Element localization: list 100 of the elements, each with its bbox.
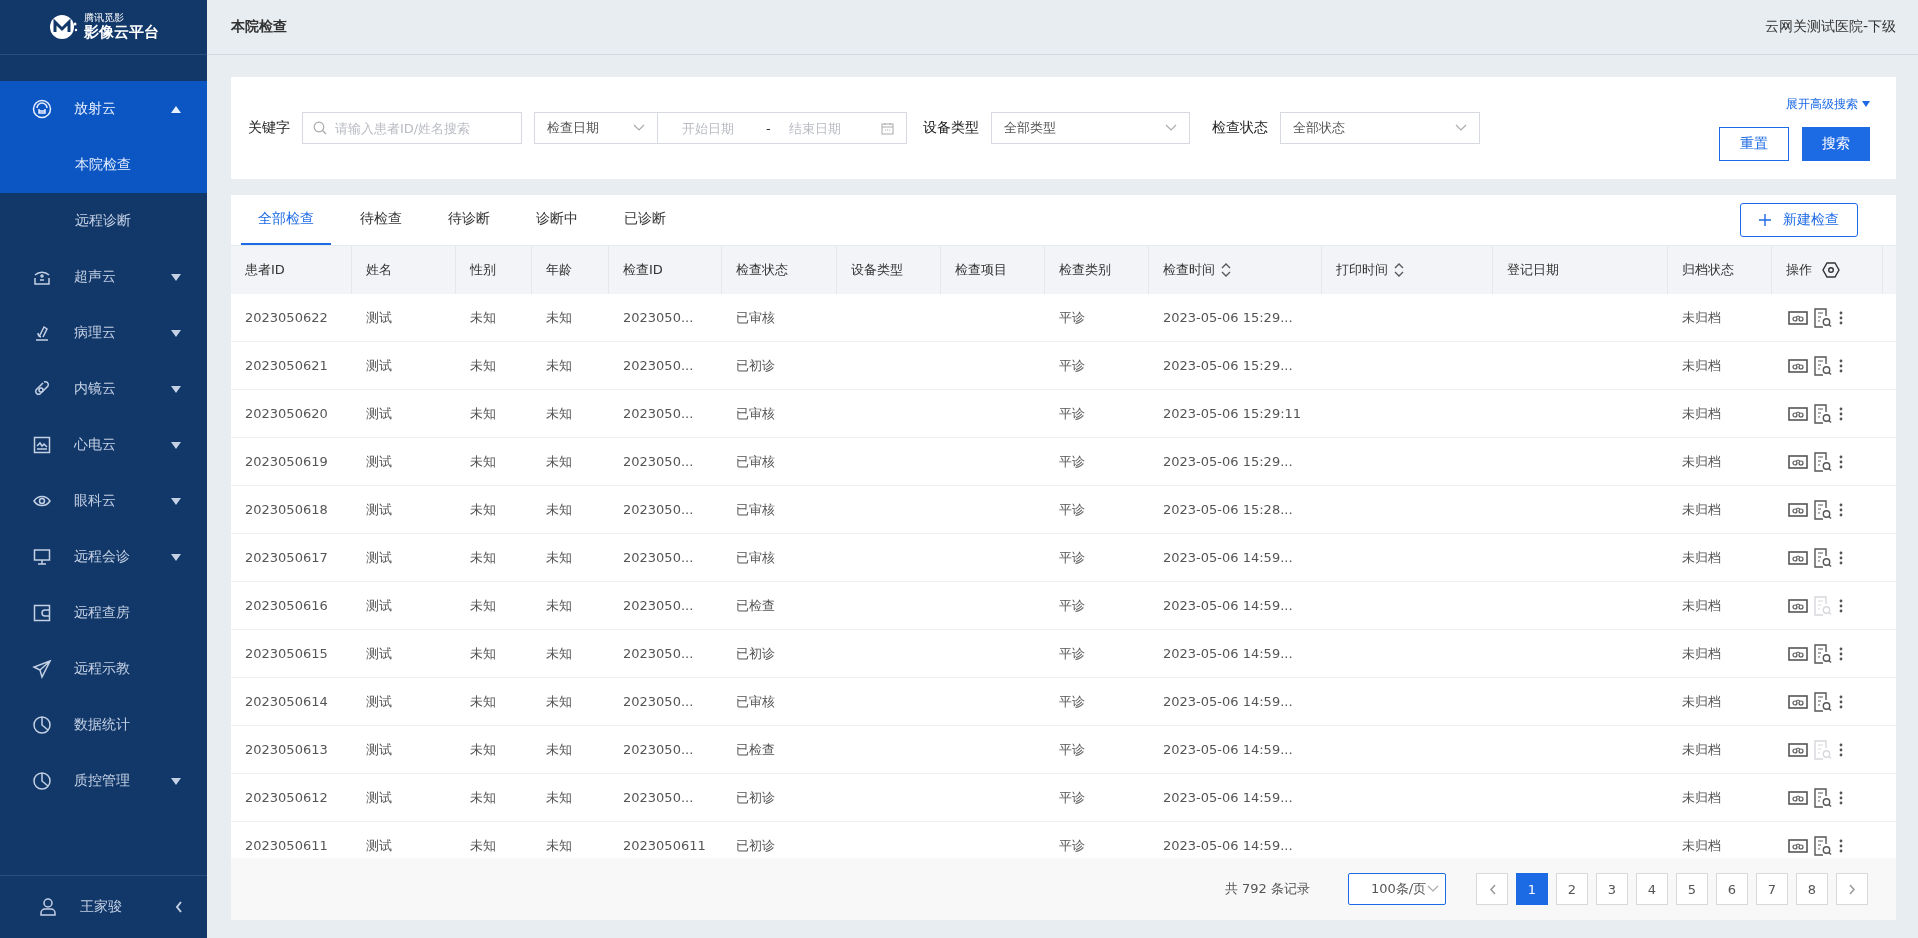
- more-icon[interactable]: [1838, 357, 1844, 374]
- table-cell: 2023050...: [623, 550, 694, 565]
- more-icon[interactable]: [1838, 453, 1844, 470]
- tab[interactable]: 待诊断: [431, 195, 507, 245]
- status-select[interactable]: 全部状态: [1280, 112, 1480, 144]
- document-search-icon[interactable]: [1814, 499, 1832, 520]
- date-range-field[interactable]: 开始日期 - 结束日期: [657, 112, 907, 144]
- table-cell: 2023-05-06 14:59...: [1163, 550, 1293, 565]
- table-cell: 测试: [366, 404, 392, 423]
- table-cell: 未知: [470, 356, 496, 375]
- tab[interactable]: 待检查: [343, 195, 419, 245]
- advanced-search-link[interactable]: 展开高级搜索: [1786, 95, 1870, 113]
- table-cell: 未知: [470, 836, 496, 855]
- image-viewer-icon[interactable]: [1788, 405, 1808, 422]
- device-type-select[interactable]: 全部类型: [991, 112, 1190, 144]
- image-viewer-icon[interactable]: [1788, 501, 1808, 518]
- nav-item[interactable]: 远程会诊: [0, 529, 207, 585]
- chevron-left-icon[interactable]: [175, 901, 183, 913]
- more-icon[interactable]: [1838, 837, 1844, 854]
- image-viewer-icon[interactable]: [1788, 549, 1808, 566]
- record-count: 共 792 条记录: [1224, 880, 1310, 898]
- page-button[interactable]: 2: [1556, 873, 1588, 905]
- more-icon[interactable]: [1838, 789, 1844, 806]
- page-button[interactable]: 4: [1636, 873, 1668, 905]
- column-header: 检查时间: [1163, 261, 1215, 279]
- search-field[interactable]: 请输入患者ID/姓名搜索: [302, 112, 522, 144]
- table-cell: 未归档: [1682, 644, 1721, 663]
- image-viewer-icon[interactable]: [1788, 597, 1808, 614]
- wallet-icon: [32, 603, 52, 623]
- more-icon[interactable]: [1838, 597, 1844, 614]
- image-viewer-icon[interactable]: [1788, 789, 1808, 806]
- table-cell: 未知: [546, 500, 572, 519]
- more-icon[interactable]: [1838, 501, 1844, 518]
- table-cell: 未知: [470, 308, 496, 327]
- table-cell: 测试: [366, 692, 392, 711]
- more-icon[interactable]: [1838, 645, 1844, 662]
- device-type-label: 设备类型: [923, 119, 979, 137]
- page-button[interactable]: 3: [1596, 873, 1628, 905]
- image-viewer-icon[interactable]: [1788, 357, 1808, 374]
- more-icon[interactable]: [1838, 741, 1844, 758]
- reset-button[interactable]: 重置: [1719, 126, 1789, 161]
- chevron-down-icon: [1165, 124, 1177, 132]
- status-label: 检查状态: [1212, 119, 1268, 137]
- search-button[interactable]: 搜索: [1802, 126, 1870, 161]
- more-icon[interactable]: [1838, 405, 1844, 422]
- nav-item[interactable]: 病理云: [0, 305, 207, 361]
- more-icon[interactable]: [1838, 549, 1844, 566]
- nav-subitem[interactable]: 远程诊断: [0, 193, 207, 249]
- document-search-icon[interactable]: [1814, 403, 1832, 424]
- column-header: 操作: [1786, 261, 1812, 279]
- user-icon: [38, 897, 58, 917]
- nav-item[interactable]: 质控管理: [0, 753, 207, 809]
- image-viewer-icon[interactable]: [1788, 453, 1808, 470]
- tab[interactable]: 已诊断: [607, 195, 683, 245]
- end-date-field[interactable]: 结束日期: [786, 119, 863, 137]
- image-viewer-icon[interactable]: [1788, 741, 1808, 758]
- hospital-name: 云网关测试医院-下级: [1764, 18, 1896, 36]
- document-search-icon[interactable]: [1814, 787, 1832, 808]
- tab[interactable]: 诊断中: [519, 195, 595, 245]
- date-type-select[interactable]: 检查日期: [534, 112, 658, 144]
- page-size-select[interactable]: 100条/页: [1348, 873, 1446, 905]
- more-icon[interactable]: [1838, 693, 1844, 710]
- image-viewer-icon[interactable]: [1788, 309, 1808, 326]
- table-cell: 平诊: [1059, 740, 1085, 759]
- table-cell: 未归档: [1682, 836, 1721, 855]
- document-search-icon[interactable]: [1814, 451, 1832, 472]
- document-search-icon[interactable]: [1814, 691, 1832, 712]
- page-button[interactable]: 7: [1756, 873, 1788, 905]
- more-icon[interactable]: [1838, 309, 1844, 326]
- image-viewer-icon[interactable]: [1788, 837, 1808, 854]
- document-search-icon[interactable]: [1814, 307, 1832, 328]
- table-cell: 未知: [546, 596, 572, 615]
- document-search-icon[interactable]: [1814, 355, 1832, 376]
- nav-item[interactable]: 远程查房: [0, 585, 207, 641]
- table-cell: 未知: [470, 548, 496, 567]
- nav-item[interactable]: 内镜云: [0, 361, 207, 417]
- chevron-down-icon: [1427, 885, 1439, 893]
- table-cell: 2023050...: [623, 742, 694, 757]
- page-button[interactable]: 1: [1516, 873, 1548, 905]
- nav-item[interactable]: 眼科云: [0, 473, 207, 529]
- new-exam-button[interactable]: 新建检查: [1740, 203, 1858, 237]
- nav-item[interactable]: 超声云: [0, 249, 207, 305]
- nav-item[interactable]: 放射云: [0, 81, 207, 137]
- nav-item[interactable]: 心电云: [0, 417, 207, 473]
- sort-icon[interactable]: [1394, 262, 1404, 278]
- start-date-field[interactable]: 开始日期: [680, 119, 756, 137]
- image-viewer-icon[interactable]: [1788, 693, 1808, 710]
- page-button[interactable]: 8: [1796, 873, 1828, 905]
- table-cell: 2023-05-06 14:59...: [1163, 598, 1293, 613]
- settings-icon[interactable]: [1822, 262, 1840, 278]
- document-search-icon[interactable]: [1814, 547, 1832, 568]
- page-button[interactable]: 6: [1716, 873, 1748, 905]
- document-search-icon[interactable]: [1814, 643, 1832, 664]
- sort-icon[interactable]: [1221, 262, 1231, 278]
- image-viewer-icon[interactable]: [1788, 645, 1808, 662]
- nav-item[interactable]: 远程示教: [0, 641, 207, 697]
- nav-subitem[interactable]: 本院检查: [0, 137, 207, 193]
- nav-item[interactable]: 数据统计: [0, 697, 207, 753]
- document-search-icon[interactable]: [1814, 835, 1832, 856]
- page-button[interactable]: 5: [1676, 873, 1708, 905]
